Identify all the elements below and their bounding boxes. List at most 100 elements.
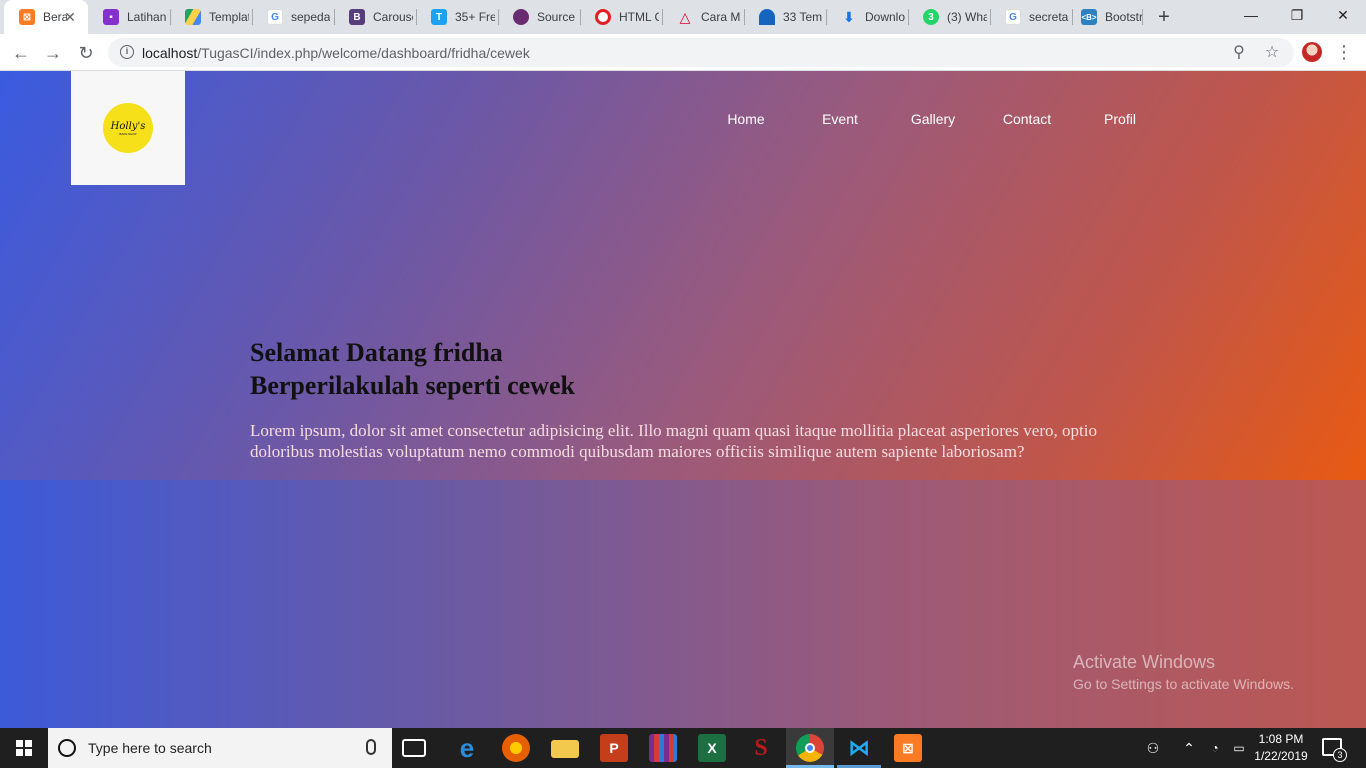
angular-icon: △ bbox=[679, 8, 691, 25]
people-icon[interactable]: ⚇ bbox=[1142, 728, 1164, 768]
google-icon: G bbox=[1005, 9, 1021, 25]
chrome-icon[interactable] bbox=[796, 734, 824, 762]
battery-icon[interactable]: ▭ bbox=[1228, 728, 1250, 768]
nav-event[interactable]: Event bbox=[800, 111, 880, 127]
chrome-menu-icon[interactable]: ⋮ bbox=[1335, 40, 1353, 64]
task-view-icon[interactable] bbox=[402, 739, 426, 757]
tab-bootstrap[interactable]: <B> Bootstr bbox=[1066, 0, 1148, 34]
back-button[interactable]: ← bbox=[8, 40, 34, 66]
tab-sepeda[interactable]: G sepeda bbox=[252, 0, 334, 34]
tab-title: 35+ Fre bbox=[455, 10, 495, 24]
welcome-heading: Selamat Datang fridha bbox=[250, 338, 503, 367]
logo-subtext: BAKE SHOP bbox=[119, 131, 137, 136]
system-clock[interactable]: 1:08 PM 1/22/2019 bbox=[1252, 731, 1310, 765]
opera-icon bbox=[595, 9, 611, 25]
excel-icon[interactable]: X bbox=[698, 734, 726, 762]
address-bar[interactable]: i localhost/TugasCI/index.php/welcome/da… bbox=[108, 38, 1294, 67]
drive-icon bbox=[185, 9, 201, 25]
nav-home[interactable]: Home bbox=[706, 111, 786, 127]
zoom-icon[interactable]: ⚲ bbox=[1229, 43, 1249, 63]
t-icon: T bbox=[431, 9, 447, 25]
tab-source[interactable]: Source bbox=[498, 0, 580, 34]
tab-title: (3) Wha bbox=[947, 10, 987, 24]
powerpoint-icon[interactable]: P bbox=[600, 734, 628, 762]
url-path: /TugasCI/index.php/welcome/dashboard/fri… bbox=[197, 45, 530, 61]
restore-button[interactable]: ❐ bbox=[1274, 0, 1320, 30]
tab-title: 33 Tem bbox=[783, 10, 823, 24]
tab-html[interactable]: HTML C bbox=[580, 0, 662, 34]
windows-taskbar: Type here to search e P X S ⋈ ⊠ ⚇ ⌃ ◔ ▭ … bbox=[0, 728, 1366, 768]
main-nav: Home Event Gallery Contact Profil bbox=[0, 111, 1366, 131]
hero-paragraph: Lorem ipsum, dolor sit amet consectetur … bbox=[250, 421, 1097, 461]
google-icon: G bbox=[267, 9, 283, 25]
classroom-icon: ▪ bbox=[103, 9, 119, 25]
nav-gallery[interactable]: Gallery bbox=[893, 111, 973, 127]
page-viewport: Holly's BAKE SHOP Home Event Gallery Con… bbox=[0, 71, 1366, 728]
microphone-icon[interactable] bbox=[366, 739, 376, 755]
windows-logo-icon bbox=[16, 740, 32, 756]
xampp-icon: ⊠ bbox=[19, 9, 35, 25]
tab-title: Carouse bbox=[373, 10, 413, 24]
template-icon bbox=[759, 9, 775, 25]
info-icon[interactable]: i bbox=[120, 45, 134, 59]
whatsapp-icon: 3 bbox=[923, 9, 939, 25]
tab-whatsapp[interactable]: 3 (3) Wha bbox=[908, 0, 990, 34]
xampp-taskbar-icon[interactable]: ⊠ bbox=[894, 734, 922, 762]
download-icon: ⬇ bbox=[843, 8, 855, 25]
nav-profil[interactable]: Profil bbox=[1080, 111, 1160, 127]
tab-download[interactable]: ⬇ Downlo bbox=[826, 0, 908, 34]
tab-strip: ⊠ Bera ✕ ▪ Latihan Templat G sepeda B Ca… bbox=[0, 0, 1366, 34]
subtitle-heading: Berperilakulah seperti cewek bbox=[250, 371, 575, 400]
start-button[interactable] bbox=[0, 728, 48, 768]
tab-title: secretar bbox=[1029, 10, 1069, 24]
tray-overflow-icon[interactable]: ⌃ bbox=[1178, 728, 1200, 768]
tab-secretary[interactable]: G secretar bbox=[990, 0, 1072, 34]
tab-title: Cara M bbox=[701, 10, 741, 24]
tab-latihan[interactable]: ▪ Latihan bbox=[88, 0, 170, 34]
reload-button[interactable]: ↻ bbox=[73, 40, 99, 66]
cortana-icon bbox=[58, 739, 76, 757]
hero-title: Selamat Datang fridha Berperilakulah sep… bbox=[250, 336, 575, 402]
minimize-button[interactable]: — bbox=[1228, 0, 1274, 30]
tab-title: Templat bbox=[209, 10, 249, 24]
forward-button[interactable]: → bbox=[40, 40, 66, 66]
close-tab-icon[interactable]: ✕ bbox=[62, 9, 78, 25]
winrar-icon[interactable] bbox=[649, 734, 677, 762]
taskbar-search[interactable]: Type here to search bbox=[48, 728, 392, 768]
tab-title: Source bbox=[537, 10, 576, 24]
close-window-button[interactable]: ✕ bbox=[1320, 0, 1366, 30]
bootstrap-icon: <B> bbox=[1081, 9, 1097, 25]
activate-windows-watermark: Activate Windows Go to Settings to activ… bbox=[1073, 651, 1294, 695]
firefox-icon[interactable] bbox=[502, 734, 530, 762]
sublime-icon[interactable]: S bbox=[747, 734, 775, 762]
tab-title: Latihan bbox=[127, 10, 167, 24]
tab-title: Bootstr bbox=[1105, 10, 1144, 24]
tab-cara[interactable]: △ Cara M bbox=[662, 0, 744, 34]
tab-carousel[interactable]: B Carouse bbox=[334, 0, 416, 34]
notification-badge: 3 bbox=[1333, 748, 1347, 762]
watermark-title: Activate Windows bbox=[1073, 652, 1216, 672]
edge-icon[interactable]: e bbox=[453, 733, 481, 763]
watermark-subtitle: Go to Settings to activate Windows. bbox=[1073, 676, 1294, 692]
wifi-icon[interactable]: ◔ bbox=[1204, 728, 1226, 768]
tab-templat[interactable]: Templat bbox=[170, 0, 252, 34]
url-text[interactable]: localhost/TugasCI/index.php/welcome/dash… bbox=[142, 45, 530, 61]
tab-title: HTML C bbox=[619, 10, 659, 24]
tab-35-free[interactable]: T 35+ Fre bbox=[416, 0, 498, 34]
url-host: localhost bbox=[142, 45, 198, 61]
clock-date: 1/22/2019 bbox=[1254, 749, 1308, 763]
browser-toolbar: ← → ↻ i localhost/TugasCI/index.php/welc… bbox=[0, 34, 1366, 71]
profile-avatar[interactable] bbox=[1302, 42, 1322, 62]
vscode-icon[interactable]: ⋈ bbox=[845, 734, 873, 762]
source-icon bbox=[513, 9, 529, 25]
tab-title: Downlo bbox=[865, 10, 905, 24]
new-tab-button[interactable]: + bbox=[1153, 6, 1175, 28]
search-placeholder: Type here to search bbox=[88, 740, 212, 756]
tab-separator bbox=[1142, 9, 1143, 25]
bookmark-star-icon[interactable]: ☆ bbox=[1262, 43, 1282, 63]
nav-contact[interactable]: Contact bbox=[987, 111, 1067, 127]
tab-active[interactable]: ⊠ Bera ✕ bbox=[4, 0, 88, 34]
file-explorer-icon[interactable] bbox=[551, 740, 579, 758]
tab-33-templates[interactable]: 33 Tem bbox=[744, 0, 826, 34]
tab-title: sepeda bbox=[291, 10, 331, 24]
